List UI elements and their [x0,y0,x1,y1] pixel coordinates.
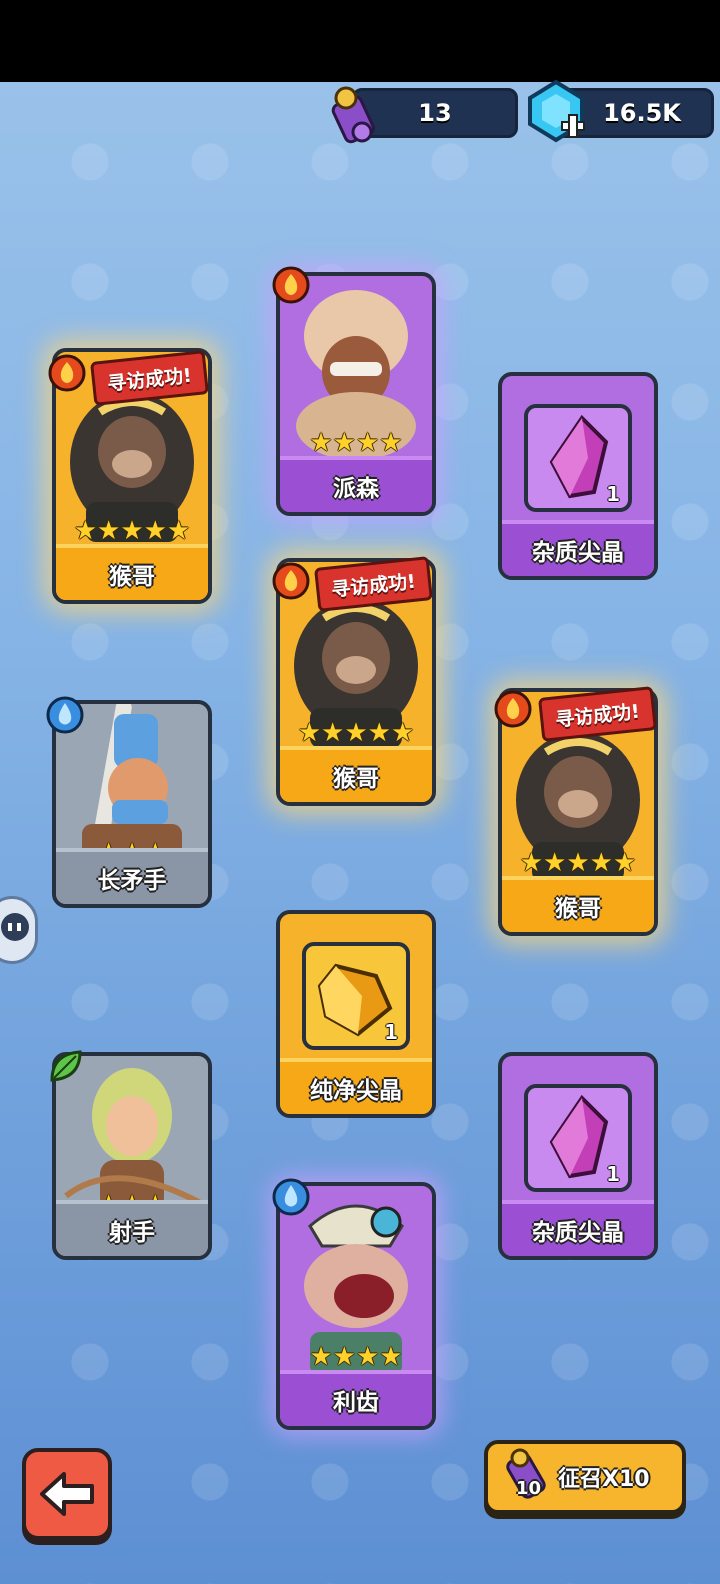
water-element-icon [272,1178,310,1216]
hero-card-paisen[interactable]: ★★★★ 派森 [276,272,436,516]
leaf-element-icon [50,1050,82,1082]
item-frame: 1 [524,404,632,512]
card-name: 派森 [280,456,432,512]
chat-face-icon [1,913,29,941]
recruit-x10-button[interactable]: 10 征召X10 [484,1440,686,1514]
card-name: 利齿 [280,1370,432,1426]
item-card-impure-spinel-1[interactable]: 1 杂质尖晶 [498,372,658,580]
item-frame: 1 [524,1084,632,1192]
item-count: 1 [384,1020,398,1044]
card-name: 射手 [56,1200,208,1256]
recruit-label: 征召X10 [558,1467,650,1492]
scroll-icon [506,1448,546,1499]
card-name: 猴哥 [280,746,432,802]
fire-element-icon [272,266,310,304]
fire-element-icon [272,562,310,600]
water-element-icon [46,696,84,734]
scroll-count: 13 [418,99,452,127]
status-bar [0,0,720,82]
recruit-count: 10 [516,1478,542,1499]
card-stars: ★★★★★ [73,516,191,546]
card-name: 杂质尖晶 [502,520,654,576]
fire-element-icon [48,354,86,392]
item-count: 1 [606,1162,620,1186]
scroll-icon [331,86,375,144]
card-stars: ★★★★ [309,1342,403,1372]
hero-card-lichi[interactable]: ★★★★ 利齿 [276,1182,436,1430]
card-stars: ★★★★ [309,428,403,458]
card-stars: ★★★★★ [519,848,637,878]
card-name: 猴哥 [56,544,208,600]
fire-element-icon [494,690,532,728]
side-chat-tab[interactable] [0,896,38,964]
back-button[interactable] [22,1448,112,1540]
card-stars: ★★★★★ [297,718,415,748]
item-count: 1 [606,482,620,506]
card-name: 纯净尖晶 [280,1058,432,1114]
gem-count: 16.5K [603,99,681,127]
arrow-left-icon [40,1472,94,1516]
gem-plus-icon[interactable] [524,80,588,144]
card-name: 杂质尖晶 [502,1200,654,1256]
item-card-impure-spinel-2[interactable]: 1 杂质尖晶 [498,1052,658,1260]
card-name: 猴哥 [502,876,654,932]
card-name: 长矛手 [56,848,208,904]
item-frame: 1 [302,942,410,1050]
item-card-pure-spinel[interactable]: 1 纯净尖晶 [276,910,436,1118]
